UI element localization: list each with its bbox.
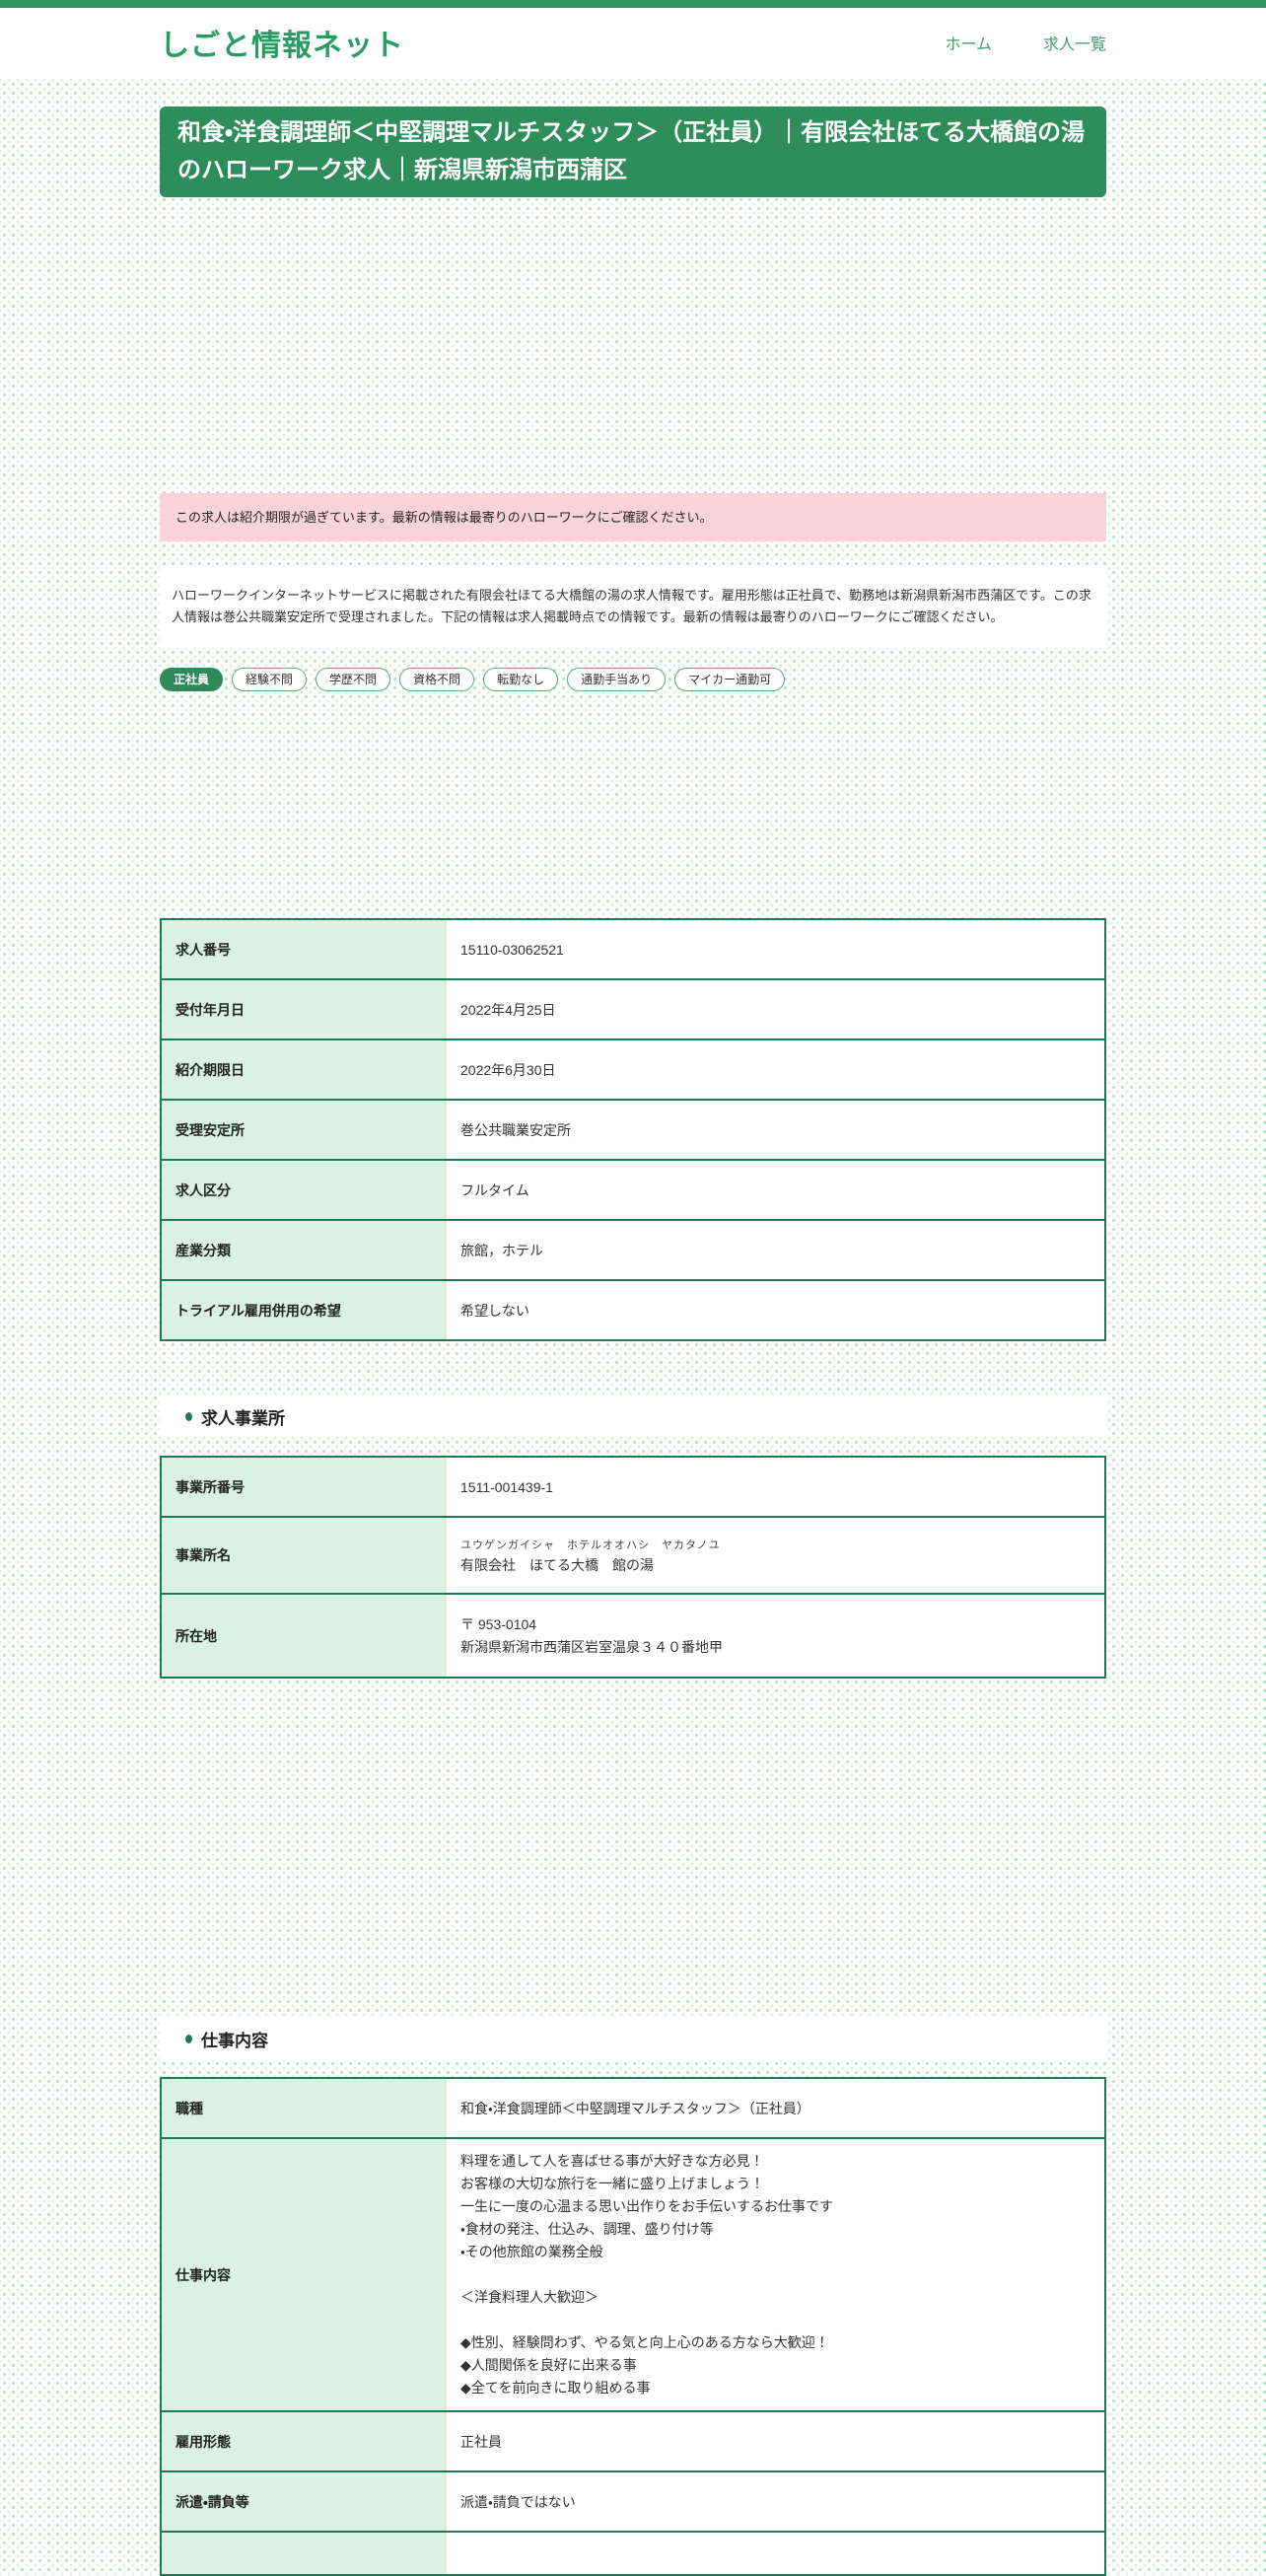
row-label: 職種 [161,2078,447,2138]
site-header: しごと情報ネット ホーム 求人一覧 [0,8,1266,77]
row-label: 所在地 [161,1593,447,1678]
row-value: 2022年6月30日 [447,1038,1105,1100]
nav-link-job-list[interactable]: 求人一覧 [1043,31,1106,54]
table-row: 所在地 〒 953-0104 新潟県新潟市西蒲区岩室温泉３４０番地甲 [161,1593,1105,1678]
table-row: 雇用形態 正社員 [161,2410,1105,2471]
table-row: 事業所名 ユウゲンガイシャ ホテルオオハシ ヤカタノユ 有限会社 ほてる大橋 館… [161,1516,1105,1594]
company-name: 有限会社 ほてる大橋 館の湯 [460,1556,654,1573]
badge-no-experience: 経験不問 [232,668,308,691]
nav-link-home[interactable]: ホーム [945,31,992,54]
top-accent-bar [0,0,1266,8]
job-detail-table: 職種 和食・洋食調理師＜中堅調理マルチスタッフ＞（正社員） 仕事内容 料理を通し… [160,2077,1106,2576]
section-title: 求人事業所 [201,1408,285,1428]
table-row: 産業分類 旅館，ホテル [161,1219,1105,1280]
row-label: 派遣・請負等 [161,2470,447,2532]
page: { "colors": { "accent_green": "#2e8b57",… [0,0,1266,2576]
section-header-office: 求人事業所 [160,1396,1106,1436]
job-summary-table: 求人番号 15110-03062521 受付年月日 2022年4月25日 紹介期… [160,918,1106,1341]
row-label: 事業所名 [161,1516,447,1594]
badge-employment-type: 正社員 [160,668,224,691]
row-label: 雇用形態 [161,2410,447,2471]
row-value: 希望しない [447,1279,1105,1340]
table-row: 受理安定所 巻公共職業安定所 [161,1099,1105,1160]
row-value: フルタイム [447,1159,1105,1220]
badge-no-qualification: 資格不問 [399,668,475,691]
row-value [447,2531,1105,2575]
bullet-icon [185,1411,192,1421]
main-nav: ホーム 求人一覧 [945,31,1106,54]
table-row: 事業所番号 1511-001439-1 [161,1457,1105,1517]
office-info-table: 事業所番号 1511-001439-1 事業所名 ユウゲンガイシャ ホテルオオハ… [160,1456,1106,1679]
row-value: 巻公共職業安定所 [447,1099,1105,1160]
section-title: 仕事内容 [201,2031,268,2050]
row-label: 受理安定所 [161,1099,447,1160]
row-value: 2022年4月25日 [447,978,1105,1039]
table-row: 求人番号 15110-03062521 [161,919,1105,979]
row-value: 15110-03062521 [447,919,1105,979]
bullet-icon [185,2034,192,2043]
section-header-job: 仕事内容 [160,2016,1106,2061]
row-label: 受付年月日 [161,978,447,1039]
main-content: 和食・洋食調理師＜中堅調理マルチスタッフ＞（正社員）｜有限会社ほてる大橋館の湯の… [160,107,1106,2576]
row-label: 仕事内容 [161,2137,447,2411]
badge-no-education: 学歴不問 [316,668,391,691]
expired-notice: この求人は紹介期限が過ぎています。最新の情報は最寄りのハローワークにご確認くださ… [160,493,1106,541]
table-row: 紹介期限日 2022年6月30日 [161,1038,1105,1100]
row-value: 派遣・請負ではない [447,2470,1105,2532]
row-value: 1511-001439-1 [447,1457,1105,1517]
table-row: 仕事内容 料理を通して人を喜ばせる事が大好きな方必見！ お客様の大切な旅行を一緒… [161,2137,1105,2411]
row-value: 和食・洋食調理師＜中堅調理マルチスタッフ＞（正社員） [447,2078,1105,2138]
row-label: 求人区分 [161,1159,447,1220]
badge-no-relocation: 転勤なし [483,668,559,691]
row-value: ユウゲンガイシャ ホテルオオハシ ヤカタノユ 有限会社 ほてる大橋 館の湯 [447,1516,1105,1594]
row-label: 事業所番号 [161,1457,447,1517]
row-value: 料理を通して人を喜ばせる事が大好きな方必見！ お客様の大切な旅行を一緒に盛り上げ… [447,2137,1105,2411]
site-logo[interactable]: しごと情報ネット [160,21,404,64]
badge-list: 正社員 経験不問 学歴不問 資格不問 転勤なし 通勤手当あり マイカー通勤可 [160,668,1106,691]
row-label: トライアル雇用併用の希望 [161,1279,447,1340]
company-name-kana: ユウゲンガイシャ ホテルオオハシ ヤカタノユ [460,1538,721,1551]
row-label: 産業分類 [161,1219,447,1280]
row-value: 正社員 [447,2410,1105,2471]
table-row [161,2531,1105,2575]
row-value: 旅館，ホテル [447,1219,1105,1280]
table-row: 職種 和食・洋食調理師＜中堅調理マルチスタッフ＞（正社員） [161,2078,1105,2138]
badge-commute-allowance: 通勤手当あり [567,668,667,691]
job-summary-text: ハローワークインターネットサービスに掲載された有限会社ほてる大橋館の湯の求人情報… [160,565,1106,648]
row-value: 〒 953-0104 新潟県新潟市西蒲区岩室温泉３４０番地甲 [447,1593,1105,1678]
table-row: 派遣・請負等 派遣・請負ではない [161,2470,1105,2532]
table-row: 求人区分 フルタイム [161,1159,1105,1220]
table-row: 受付年月日 2022年4月25日 [161,978,1105,1039]
row-label [161,2531,447,2575]
row-label: 紹介期限日 [161,1038,447,1100]
badge-car-commute: マイカー通勤可 [674,668,786,691]
page-title: 和食・洋食調理師＜中堅調理マルチスタッフ＞（正社員）｜有限会社ほてる大橋館の湯の… [160,107,1106,197]
row-label: 求人番号 [161,919,447,979]
table-row: トライアル雇用併用の希望 希望しない [161,1279,1105,1340]
